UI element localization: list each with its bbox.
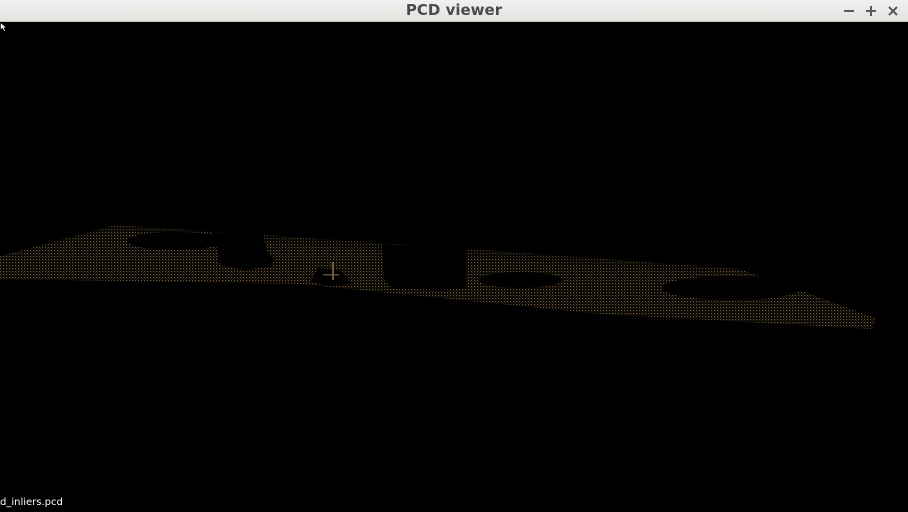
window-title: PCD viewer <box>405 1 503 19</box>
minimize-button[interactable] <box>840 2 858 20</box>
close-button[interactable] <box>884 2 902 20</box>
point-cloud-render <box>0 225 876 329</box>
cloud-filename-label: d_inliers.pcd <box>0 497 63 508</box>
title-bar[interactable]: PCD viewer <box>0 0 908 22</box>
minimize-icon <box>844 9 854 12</box>
maximize-button[interactable] <box>862 2 880 20</box>
mouse-cursor-icon <box>0 22 8 32</box>
maximize-icon <box>866 5 876 16</box>
point-cloud-viewport[interactable]: d_inliers.pcd <box>0 22 908 512</box>
close-icon <box>888 5 898 16</box>
window-controls <box>840 0 902 21</box>
pcd-viewer-window: PCD viewer d_inliers.pcd <box>0 0 908 512</box>
